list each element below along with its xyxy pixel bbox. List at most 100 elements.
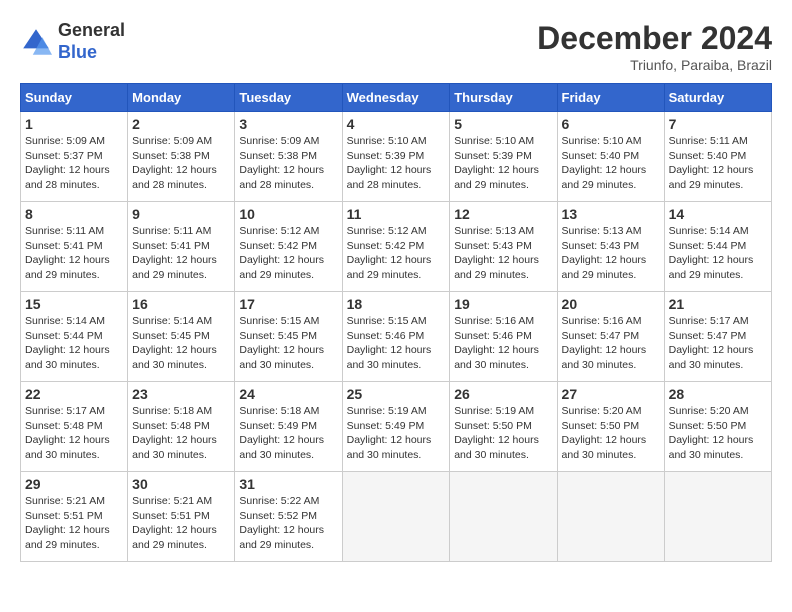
logo: General Blue: [20, 20, 125, 63]
calendar-day-cell: 28Sunrise: 5:20 AMSunset: 5:50 PMDayligh…: [664, 382, 771, 472]
calendar-day-cell: 4 Sunrise: 5:10 AMSunset: 5:39 PMDaylight…: [342, 112, 450, 202]
calendar-day-cell: 9 Sunrise: 5:11 AMSunset: 5:41 PMDaylight…: [128, 202, 235, 292]
day-number: 21: [669, 296, 767, 312]
location-subtitle: Triunfo, Paraiba, Brazil: [537, 57, 772, 73]
calendar-day-cell: 12Sunrise: 5:13 AMSunset: 5:43 PMDayligh…: [450, 202, 557, 292]
day-info: Sunrise: 5:11 AMSunset: 5:41 PMDaylight:…: [132, 224, 230, 283]
calendar-day-cell: 24 Sunrise: 5:18 AMSunset: 5:49 PMDayligh…: [235, 382, 342, 472]
calendar-day-cell: 31Sunrise: 5:22 AMSunset: 5:52 PMDayligh…: [235, 472, 342, 562]
day-info: Sunrise: 5:19 AMSunset: 5:50 PMDaylight:…: [454, 404, 552, 463]
day-info: Sunrise: 5:21 AMSunset: 5:51 PMDaylight:…: [132, 494, 230, 553]
calendar-day-cell: 19 Sunrise: 5:16 AMSunset: 5:46 PMDayligh…: [450, 292, 557, 382]
day-number: 24: [239, 386, 337, 402]
day-number: 30: [132, 476, 230, 492]
day-number: 13: [562, 206, 660, 222]
weekday-header: Thursday: [450, 84, 557, 112]
day-number: 15: [25, 296, 123, 312]
day-number: 27: [562, 386, 660, 402]
calendar-day-cell: 23Sunrise: 5:18 AMSunset: 5:48 PMDayligh…: [128, 382, 235, 472]
day-info: Sunrise: 5:14 AMSunset: 5:44 PMDaylight:…: [25, 314, 123, 373]
day-number: 9: [132, 206, 230, 222]
day-number: 18: [347, 296, 446, 312]
calendar-day-cell: 13 Sunrise: 5:13 AMSunset: 5:43 PMDayligh…: [557, 202, 664, 292]
calendar-day-cell: 18 Sunrise: 5:15 AMSunset: 5:46 PMDayligh…: [342, 292, 450, 382]
calendar-day-cell: [342, 472, 450, 562]
day-info: Sunrise: 5:09 AMSunset: 5:38 PMDaylight:…: [132, 134, 230, 193]
calendar-day-cell: 26 Sunrise: 5:19 AMSunset: 5:50 PMDayligh…: [450, 382, 557, 472]
day-number: 26: [454, 386, 552, 402]
page-header: General Blue December 2024 Triunfo, Para…: [20, 20, 772, 73]
logo-text: General Blue: [58, 20, 125, 63]
day-number: 19: [454, 296, 552, 312]
day-number: 17: [239, 296, 337, 312]
day-number: 14: [669, 206, 767, 222]
day-info: Sunrise: 5:09 AMSunset: 5:37 PMDaylight:…: [25, 134, 123, 193]
day-number: 4: [347, 116, 446, 132]
calendar-day-cell: 2 Sunrise: 5:09 AMSunset: 5:38 PMDaylight…: [128, 112, 235, 202]
calendar-day-cell: 25 Sunrise: 5:19 AMSunset: 5:49 PMDayligh…: [342, 382, 450, 472]
calendar-day-cell: [450, 472, 557, 562]
day-info: Sunrise: 5:10 AMSunset: 5:39 PMDaylight:…: [347, 134, 446, 193]
calendar-day-cell: 20Sunrise: 5:16 AMSunset: 5:47 PMDayligh…: [557, 292, 664, 382]
day-info: Sunrise: 5:11 AMSunset: 5:41 PMDaylight:…: [25, 224, 123, 283]
weekday-header: Tuesday: [235, 84, 342, 112]
day-info: Sunrise: 5:09 AMSunset: 5:38 PMDaylight:…: [239, 134, 337, 193]
day-info: Sunrise: 5:17 AMSunset: 5:47 PMDaylight:…: [669, 314, 767, 373]
calendar-day-cell: 22 Sunrise: 5:17 AMSunset: 5:48 PMDayligh…: [21, 382, 128, 472]
calendar-day-cell: 21 Sunrise: 5:17 AMSunset: 5:47 PMDayligh…: [664, 292, 771, 382]
day-info: Sunrise: 5:18 AMSunset: 5:49 PMDaylight:…: [239, 404, 337, 463]
day-number: 20: [562, 296, 660, 312]
day-info: Sunrise: 5:11 AMSunset: 5:40 PMDaylight:…: [669, 134, 767, 193]
calendar-day-cell: 10 Sunrise: 5:12 AMSunset: 5:42 PMDayligh…: [235, 202, 342, 292]
logo-blue: Blue: [58, 42, 97, 62]
calendar-day-cell: 5 Sunrise: 5:10 AMSunset: 5:39 PMDaylight…: [450, 112, 557, 202]
calendar-day-cell: 3 Sunrise: 5:09 AMSunset: 5:38 PMDaylight…: [235, 112, 342, 202]
calendar-week-row: 8 Sunrise: 5:11 AMSunset: 5:41 PMDaylight…: [21, 202, 772, 292]
day-number: 8: [25, 206, 123, 222]
day-info: Sunrise: 5:10 AMSunset: 5:40 PMDaylight:…: [562, 134, 660, 193]
day-info: Sunrise: 5:19 AMSunset: 5:49 PMDaylight:…: [347, 404, 446, 463]
day-info: Sunrise: 5:12 AMSunset: 5:42 PMDaylight:…: [239, 224, 337, 283]
calendar-week-row: 1Sunrise: 5:09 AMSunset: 5:37 PMDaylight…: [21, 112, 772, 202]
calendar-day-cell: 17Sunrise: 5:15 AMSunset: 5:45 PMDayligh…: [235, 292, 342, 382]
day-info: Sunrise: 5:17 AMSunset: 5:48 PMDaylight:…: [25, 404, 123, 463]
calendar-table: SundayMondayTuesdayWednesdayThursdayFrid…: [20, 83, 772, 562]
calendar-day-cell: 30 Sunrise: 5:21 AMSunset: 5:51 PMDayligh…: [128, 472, 235, 562]
calendar-header-row: SundayMondayTuesdayWednesdayThursdayFrid…: [21, 84, 772, 112]
day-number: 5: [454, 116, 552, 132]
weekday-header: Friday: [557, 84, 664, 112]
calendar-day-cell: 29Sunrise: 5:21 AMSunset: 5:51 PMDayligh…: [21, 472, 128, 562]
logo-icon: [20, 26, 52, 58]
day-number: 10: [239, 206, 337, 222]
title-block: December 2024 Triunfo, Paraiba, Brazil: [537, 20, 772, 73]
day-number: 3: [239, 116, 337, 132]
calendar-day-cell: [557, 472, 664, 562]
day-number: 25: [347, 386, 446, 402]
day-number: 7: [669, 116, 767, 132]
day-info: Sunrise: 5:10 AMSunset: 5:39 PMDaylight:…: [454, 134, 552, 193]
day-number: 2: [132, 116, 230, 132]
day-info: Sunrise: 5:15 AMSunset: 5:46 PMDaylight:…: [347, 314, 446, 373]
day-info: Sunrise: 5:13 AMSunset: 5:43 PMDaylight:…: [562, 224, 660, 283]
calendar-week-row: 29Sunrise: 5:21 AMSunset: 5:51 PMDayligh…: [21, 472, 772, 562]
day-info: Sunrise: 5:12 AMSunset: 5:42 PMDaylight:…: [347, 224, 446, 283]
weekday-header: Monday: [128, 84, 235, 112]
weekday-header: Saturday: [664, 84, 771, 112]
calendar-day-cell: 27Sunrise: 5:20 AMSunset: 5:50 PMDayligh…: [557, 382, 664, 472]
day-number: 16: [132, 296, 230, 312]
day-info: Sunrise: 5:21 AMSunset: 5:51 PMDaylight:…: [25, 494, 123, 553]
calendar-day-cell: 15 Sunrise: 5:14 AMSunset: 5:44 PMDayligh…: [21, 292, 128, 382]
month-title: December 2024: [537, 20, 772, 57]
logo-general: General: [58, 20, 125, 40]
day-number: 23: [132, 386, 230, 402]
calendar-day-cell: 14Sunrise: 5:14 AMSunset: 5:44 PMDayligh…: [664, 202, 771, 292]
day-number: 11: [347, 206, 446, 222]
calendar-day-cell: 16Sunrise: 5:14 AMSunset: 5:45 PMDayligh…: [128, 292, 235, 382]
calendar-day-cell: 1Sunrise: 5:09 AMSunset: 5:37 PMDaylight…: [21, 112, 128, 202]
weekday-header: Wednesday: [342, 84, 450, 112]
day-number: 31: [239, 476, 337, 492]
day-info: Sunrise: 5:16 AMSunset: 5:46 PMDaylight:…: [454, 314, 552, 373]
calendar-week-row: 22 Sunrise: 5:17 AMSunset: 5:48 PMDayligh…: [21, 382, 772, 472]
calendar-day-cell: [664, 472, 771, 562]
day-number: 22: [25, 386, 123, 402]
